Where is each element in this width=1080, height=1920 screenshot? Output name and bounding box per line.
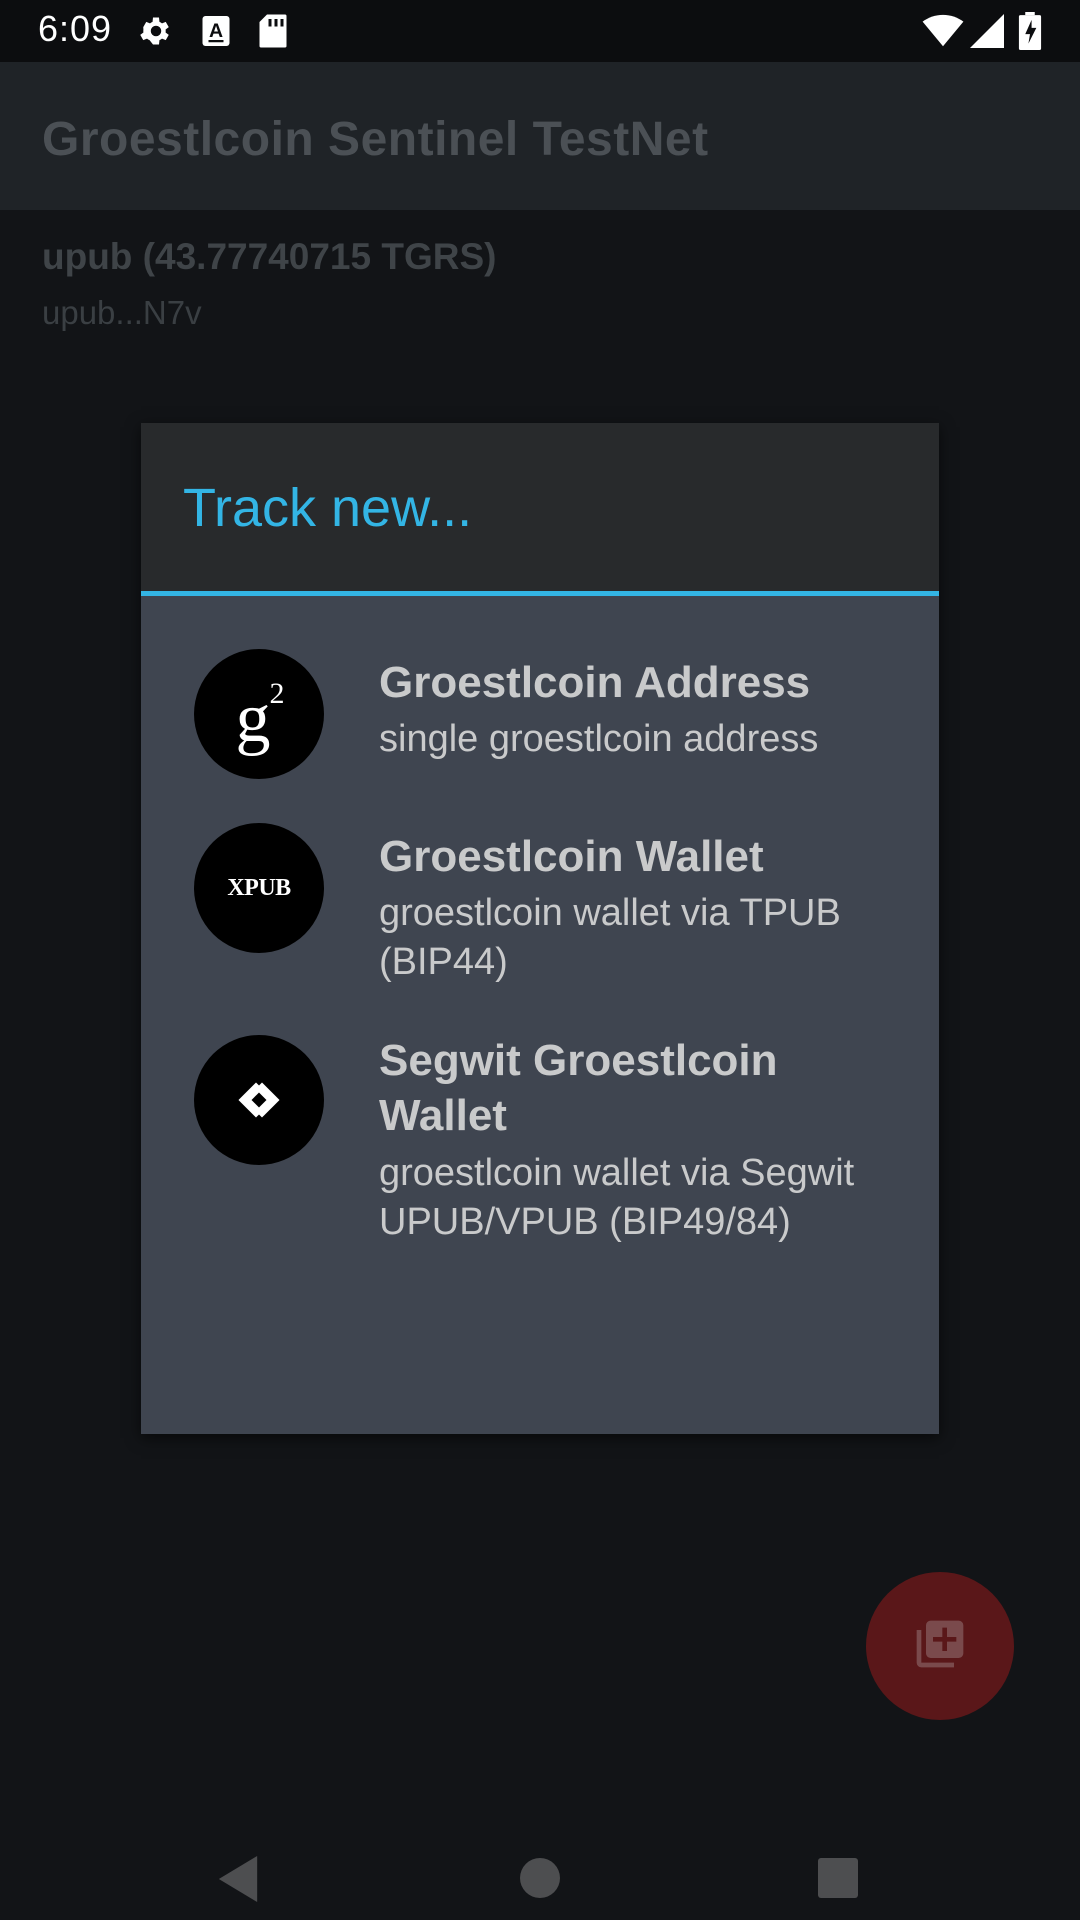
status-time: 6:09 <box>38 8 113 49</box>
a-icon: A <box>200 13 232 54</box>
option-title: Groestlcoin Wallet <box>379 832 764 881</box>
track-new-dialog: Track new... g 2 Groestlcoin Address sin… <box>141 423 939 1434</box>
app-bar: Groestlcoin Sentinel TestNet <box>0 62 1080 210</box>
option-title: Segwit Groestlcoin Wallet <box>379 1036 778 1140</box>
option-groestlcoin-address[interactable]: g 2 Groestlcoin Address single groestlco… <box>141 623 939 803</box>
xpub-icon-label: XPUB <box>227 874 291 901</box>
dialog-divider <box>141 591 939 596</box>
option-title: Groestlcoin Address <box>379 658 811 707</box>
option-description: groestlcoin wallet via TPUB (BIP44) <box>379 892 841 983</box>
account-subtitle: upub...N7v <box>42 294 202 331</box>
option-segwit-groestlcoin-wallet[interactable]: Segwit Groestlcoin Wallet groestlcoin wa… <box>141 1033 939 1333</box>
sd-card-icon <box>258 13 288 54</box>
gear-icon <box>138 13 174 54</box>
navigation-bar <box>0 1826 1080 1920</box>
groestlcoin-logo-icon: g 2 <box>194 649 324 779</box>
segwit-icon <box>194 1035 324 1165</box>
svg-text:A: A <box>209 20 223 42</box>
add-account-button[interactable] <box>866 1572 1014 1720</box>
option-groestlcoin-wallet[interactable]: XPUB Groestlcoin Wallet groestlcoin wall… <box>141 813 939 1013</box>
status-bar: 6:09 A <box>0 0 1080 62</box>
add-to-library-icon <box>912 1616 968 1677</box>
account-title[interactable]: upub (43.77740715 TGRS) <box>42 236 496 278</box>
recents-icon[interactable] <box>818 1858 858 1903</box>
app-title: Groestlcoin Sentinel TestNet <box>42 113 709 166</box>
back-icon[interactable] <box>218 1856 258 1907</box>
svg-text:g: g <box>236 680 271 757</box>
option-description: single groestlcoin address <box>379 718 819 760</box>
svg-text:2: 2 <box>270 677 285 710</box>
dialog-header: Track new... <box>141 423 939 591</box>
home-icon[interactable] <box>520 1858 560 1903</box>
signal-icon <box>970 14 1004 53</box>
wifi-icon <box>922 14 964 53</box>
dialog-title: Track new... <box>183 478 473 538</box>
battery-icon <box>1018 12 1042 55</box>
option-description: groestlcoin wallet via Segwit UPUB/VPUB … <box>379 1152 855 1243</box>
xpub-icon: XPUB <box>194 823 324 953</box>
